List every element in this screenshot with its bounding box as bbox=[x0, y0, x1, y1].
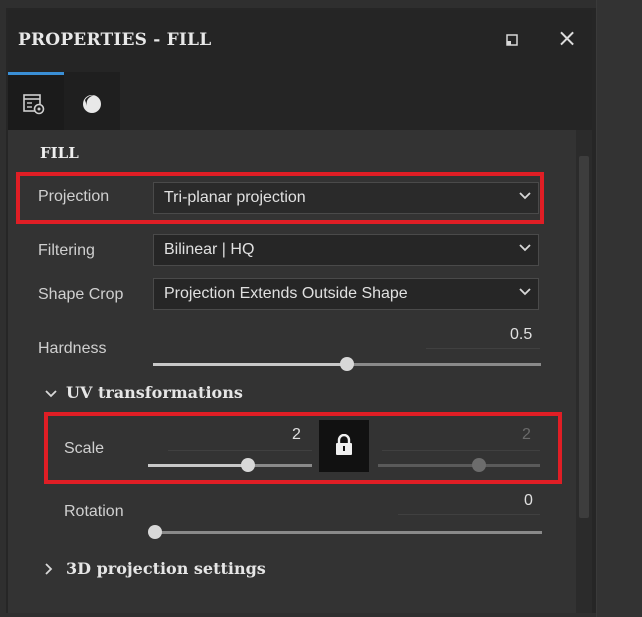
scale-linked-slider-thumb bbox=[472, 458, 486, 472]
scale-label: Scale bbox=[64, 440, 105, 457]
lock-icon bbox=[336, 434, 352, 455]
chevron-right-icon[interactable] bbox=[42, 562, 56, 576]
rotation-value[interactable]: 0 bbox=[524, 492, 533, 510]
filtering-value: Bilinear | HQ bbox=[164, 241, 255, 258]
fill-properties-content: FILL Projection Tri-planar projection Fi… bbox=[8, 130, 576, 613]
rotation-label: Rotation bbox=[64, 503, 124, 520]
shape-crop-label: Shape Crop bbox=[38, 286, 124, 303]
scrollbar-thumb[interactable] bbox=[579, 156, 589, 518]
projection-dropdown[interactable]: Tri-planar projection bbox=[153, 182, 539, 214]
projection-label: Projection bbox=[38, 188, 110, 205]
hardness-label: Hardness bbox=[38, 340, 107, 357]
tab-material[interactable] bbox=[64, 72, 120, 130]
scale-slider-fill bbox=[148, 464, 248, 467]
lock-scale-button[interactable] bbox=[319, 420, 369, 472]
material-sphere-icon bbox=[83, 95, 101, 113]
scale-linked-value: 2 bbox=[522, 426, 531, 443]
scale-value[interactable]: 2 bbox=[292, 426, 301, 444]
shape-crop-value: Projection Extends Outside Shape bbox=[164, 285, 408, 302]
properties-icon bbox=[23, 94, 45, 115]
scale-highlight bbox=[44, 412, 562, 484]
panel-title: PROPERTIES - FILL bbox=[18, 30, 212, 50]
rotation-value-underline bbox=[398, 514, 540, 515]
hardness-value[interactable]: 0.5 bbox=[510, 326, 532, 344]
hardness-slider-fill bbox=[153, 363, 347, 366]
chevron-down-icon bbox=[519, 192, 531, 200]
3d-projection-settings-header[interactable]: 3D projection settings bbox=[66, 559, 266, 578]
close-icon[interactable]: × bbox=[556, 26, 578, 50]
active-tab-indicator bbox=[8, 72, 64, 75]
panel-tabs bbox=[8, 72, 128, 130]
restore-icon[interactable] bbox=[506, 34, 518, 46]
rotation-slider-thumb[interactable] bbox=[148, 525, 162, 539]
tab-properties[interactable] bbox=[8, 72, 64, 130]
properties-panel: PROPERTIES - FILL × FILL Projection Tri-… bbox=[8, 10, 592, 613]
scrollbar[interactable] bbox=[576, 130, 592, 613]
filtering-label: Filtering bbox=[38, 242, 95, 259]
hardness-value-underline bbox=[426, 348, 540, 349]
scale-slider-thumb[interactable] bbox=[241, 458, 255, 472]
viewport-background bbox=[596, 0, 642, 617]
hardness-slider-thumb[interactable] bbox=[340, 357, 354, 371]
scale-value-underline bbox=[168, 450, 312, 451]
chevron-down-icon bbox=[519, 288, 531, 296]
title-bar: PROPERTIES - FILL × bbox=[8, 10, 592, 66]
uv-transformations-header[interactable]: UV transformations bbox=[66, 383, 243, 402]
shape-crop-dropdown[interactable]: Projection Extends Outside Shape bbox=[153, 278, 539, 310]
scale-linked-value-underline bbox=[382, 450, 540, 451]
chevron-down-icon bbox=[519, 244, 531, 252]
scale-linked-slider-track bbox=[378, 464, 540, 467]
fill-section-title: FILL bbox=[40, 144, 79, 162]
projection-value: Tri-planar projection bbox=[164, 189, 306, 206]
filtering-dropdown[interactable]: Bilinear | HQ bbox=[153, 234, 539, 266]
rotation-slider-track[interactable] bbox=[154, 531, 542, 534]
chevron-down-icon[interactable] bbox=[44, 387, 58, 401]
